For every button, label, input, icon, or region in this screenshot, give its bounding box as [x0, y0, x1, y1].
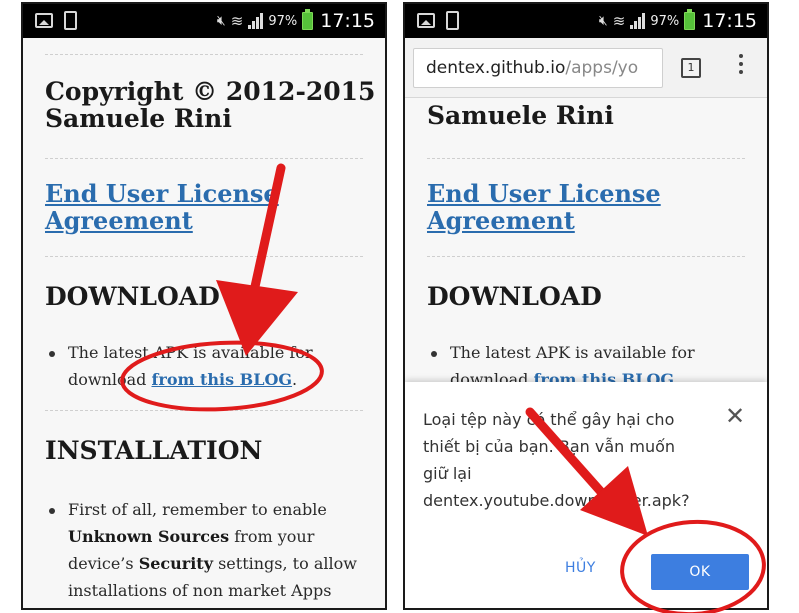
battery-percent: 97%: [650, 13, 680, 29]
clock: 17:15: [320, 10, 375, 32]
url-path: /apps/yo: [565, 58, 639, 78]
phone-icon: [446, 11, 459, 30]
picture-icon: [35, 13, 53, 28]
blog-link[interactable]: from this BLOG: [152, 370, 293, 389]
author-line: Samuele Rini: [45, 104, 232, 133]
mute-icon: 🔇︎: [216, 13, 226, 29]
status-bar: 🔇︎ ≋ 97% 17:15: [405, 4, 767, 38]
installation-heading: INSTALLATION: [45, 436, 263, 465]
eula-line: End User License: [427, 179, 661, 208]
copyright-heading: Copyright © 2012-2015 Samuele Rini: [45, 78, 375, 132]
phone-screen-left: 🔇︎ ≋ 97% 17:15 Copyright © 2012-2015 Sam…: [21, 2, 387, 610]
signal-icon: [630, 13, 646, 29]
url-host: dentex.github.io: [426, 58, 566, 78]
phone-icon: [64, 11, 77, 30]
eula-line: Agreement: [427, 206, 575, 235]
download-warning-dialog: Loại tệp này có thể gây hại cho thiết bị…: [405, 382, 767, 608]
divider: [45, 256, 363, 257]
eula-line: End User License: [45, 179, 279, 208]
installation-text: First of all, remember to enable Unknown…: [68, 500, 357, 600]
battery-icon: [302, 9, 314, 30]
mute-icon: 🔇︎: [598, 13, 608, 29]
eula-link[interactable]: End User License Agreement: [45, 180, 279, 234]
battery-percent: 97%: [268, 13, 298, 29]
copyright-line: Copyright © 2012-2015: [45, 77, 376, 106]
battery-icon: [684, 9, 696, 30]
divider: [427, 256, 745, 257]
download-heading: DOWNLOAD: [427, 282, 602, 311]
author-line: Samuele Rini: [427, 101, 614, 130]
tab-switcher-icon[interactable]: 1: [681, 58, 701, 78]
wifi-icon: ≋: [230, 12, 244, 30]
dialog-message: Loại tệp này có thể gây hại cho thiết bị…: [423, 410, 690, 510]
download-text: The latest APK is available for download…: [68, 343, 313, 389]
download-heading: DOWNLOAD: [45, 282, 220, 311]
wifi-icon: ≋: [612, 12, 626, 30]
phone-screen-right: 🔇︎ ≋ 97% 17:15 Samuele Rini End User Lic…: [403, 2, 769, 610]
eula-link[interactable]: End User License Agreement: [427, 180, 661, 234]
divider: [427, 158, 745, 159]
overflow-menu-icon[interactable]: [738, 54, 744, 78]
bullet: [431, 351, 437, 357]
eula-line: Agreement: [45, 206, 193, 235]
bullet: [49, 508, 55, 514]
ok-button[interactable]: OK: [651, 554, 749, 590]
url-bar[interactable]: dentex.github.io/apps/yo: [413, 48, 663, 88]
picture-icon: [417, 13, 435, 28]
browser-toolbar: dentex.github.io/apps/yo 1: [405, 38, 767, 98]
clock: 17:15: [702, 10, 757, 32]
close-icon[interactable]: ✕: [725, 404, 745, 428]
signal-icon: [248, 13, 264, 29]
status-bar: 🔇︎ ≋ 97% 17:15: [23, 4, 385, 38]
divider: [45, 158, 363, 159]
cancel-button[interactable]: HỦY: [565, 560, 596, 576]
bullet: [49, 351, 55, 357]
divider: [45, 410, 363, 411]
divider: [45, 54, 363, 55]
